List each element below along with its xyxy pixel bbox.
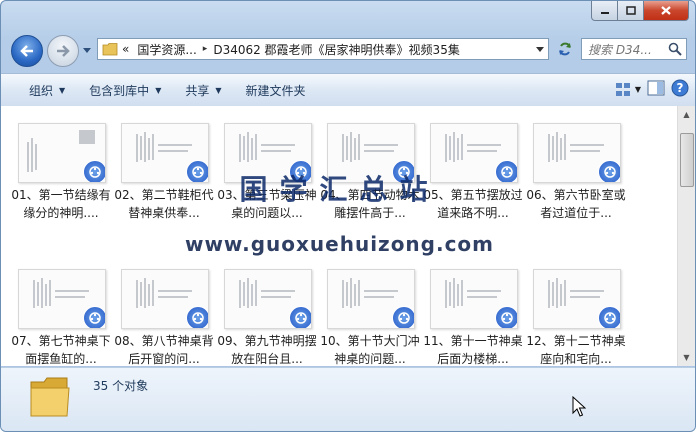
video-thumbnail	[533, 123, 621, 183]
video-file-icon	[83, 160, 105, 182]
video-file-icon	[392, 306, 414, 328]
new-folder-button[interactable]: 新建文件夹	[234, 82, 318, 99]
preview-pane-icon	[647, 80, 665, 96]
details-pane: 35 个对象	[1, 367, 695, 431]
file-name-label: 03、第三节梁压神桌的问题以...	[217, 188, 317, 220]
refresh-button[interactable]	[553, 38, 577, 60]
folder-icon	[30, 377, 70, 417]
back-button[interactable]	[11, 35, 43, 67]
search-input[interactable]	[586, 40, 670, 60]
video-thumbnail	[121, 123, 209, 183]
explorer-window: « 国学资源... ▸ D34062 郡霞老师《居家神明供奉》视频35集 组织 ▼…	[0, 0, 696, 432]
forward-arrow-icon	[57, 45, 70, 57]
share-label: 共享	[185, 83, 210, 98]
share-menu[interactable]: 共享 ▼	[173, 82, 233, 99]
file-name-label: 04、第四节动物木雕摆件高于...	[320, 188, 420, 220]
maximize-button[interactable]	[618, 1, 644, 21]
file-list-area: 01、第一节结缘有缘分的神明.... 02、第二节鞋柜代替神桌供奉... 03、第三…	[1, 106, 695, 366]
video-file-icon	[598, 306, 620, 328]
chevron-down-icon: ▼	[215, 85, 222, 95]
file-name-label: 10、第十节大门冲神桌的问题...	[320, 334, 420, 366]
video-thumbnail	[430, 123, 518, 183]
navigation-bar: « 国学资源... ▸ D34062 郡霞老师《居家神明供奉》视频35集	[1, 31, 695, 69]
scroll-down-arrow-icon[interactable]: ▼	[678, 349, 695, 366]
close-button[interactable]	[644, 1, 689, 21]
include-in-library-label: 包含到库中	[89, 83, 150, 98]
scroll-up-arrow-icon[interactable]: ▲	[678, 106, 695, 123]
close-icon	[661, 6, 671, 15]
file-name-label: 12、第十二节神桌座向和宅向...	[526, 334, 626, 366]
video-file-icon	[83, 306, 105, 328]
view-controls: ▼ ?	[615, 79, 689, 100]
forward-button[interactable]	[47, 35, 79, 67]
video-file-icon	[289, 160, 311, 182]
vertical-scrollbar[interactable]: ▲ ▼	[677, 106, 695, 366]
minimize-icon	[600, 11, 609, 14]
help-icon: ?	[671, 79, 689, 97]
new-folder-label: 新建文件夹	[245, 83, 306, 98]
item-count: 35 个对象	[93, 379, 149, 393]
address-history-chevron-icon[interactable]	[536, 44, 544, 54]
include-in-library-menu[interactable]: 包含到库中 ▼	[77, 82, 173, 99]
chevron-down-icon: ▼	[634, 85, 641, 94]
video-thumbnail	[327, 269, 415, 329]
file-name-label: 06、第六节卧室或者过道位于...	[526, 188, 626, 220]
help-button[interactable]: ?	[671, 79, 689, 100]
file-name-label: 08、第八节神桌背后开窗的问...	[114, 334, 214, 366]
folder-icon	[102, 43, 118, 56]
minimize-button[interactable]	[591, 1, 618, 21]
address-overflow[interactable]: «	[118, 42, 133, 56]
video-file-icon	[392, 160, 414, 182]
video-thumbnail	[533, 269, 621, 329]
preview-pane-button[interactable]	[647, 80, 665, 99]
search-icon[interactable]	[668, 42, 682, 56]
file-name-label: 05、第五节摆放过道来路不明...	[423, 188, 523, 220]
video-file-icon	[495, 306, 517, 328]
breadcrumb-segment-parent[interactable]: 国学资源...	[133, 41, 200, 58]
back-arrow-icon	[20, 45, 33, 57]
video-thumbnail	[224, 123, 312, 183]
refresh-icon	[559, 42, 571, 56]
video-thumbnail	[18, 123, 106, 183]
watermark-url: www.guoxuehuizong.com	[184, 232, 495, 256]
caption-buttons	[591, 1, 689, 21]
organize-menu[interactable]: 组织 ▼	[17, 82, 77, 99]
breadcrumb-separator[interactable]: ▸	[201, 44, 210, 54]
video-thumbnail	[18, 269, 106, 329]
view-grid-icon	[615, 82, 630, 96]
file-name-label: 01、第一节结缘有缘分的神明....	[11, 188, 111, 220]
search-box[interactable]	[581, 38, 687, 60]
video-thumbnail	[327, 123, 415, 183]
file-name-label: 09、第九节神明摆放在阳台且...	[217, 334, 317, 366]
video-thumbnail	[224, 269, 312, 329]
breadcrumb-segment-current[interactable]: D34062 郡霞老师《居家神明供奉》视频35集	[209, 41, 464, 58]
chevron-down-icon: ▼	[155, 85, 162, 95]
video-thumbnail	[430, 269, 518, 329]
video-thumbnail	[121, 269, 209, 329]
svg-text:?: ?	[677, 81, 684, 95]
video-file-icon	[598, 160, 620, 182]
video-file-icon	[495, 160, 517, 182]
organize-label: 组织	[29, 83, 54, 98]
maximize-icon	[625, 6, 636, 15]
file-name-label: 07、第七节神桌下面摆鱼缸的...	[11, 334, 111, 366]
address-bar[interactable]: « 国学资源... ▸ D34062 郡霞老师《居家神明供奉》视频35集	[97, 38, 549, 60]
chevron-down-icon	[83, 48, 91, 53]
command-bar: 组织 ▼ 包含到库中 ▼ 共享 ▼ 新建文件夹 ▼ ?	[1, 73, 695, 107]
chevron-down-icon: ▼	[59, 85, 66, 95]
video-file-icon	[186, 160, 208, 182]
recent-pages-dropdown[interactable]	[82, 45, 92, 57]
scrollbar-thumb[interactable]	[680, 133, 694, 187]
file-name-label: 11、第十一节神桌后面为楼梯...	[423, 334, 523, 366]
mouse-cursor-icon	[572, 396, 586, 417]
video-file-icon	[186, 306, 208, 328]
change-view-button[interactable]: ▼	[615, 82, 641, 98]
video-file-icon	[289, 306, 311, 328]
file-name-label: 02、第二节鞋柜代替神桌供奉...	[114, 188, 214, 220]
